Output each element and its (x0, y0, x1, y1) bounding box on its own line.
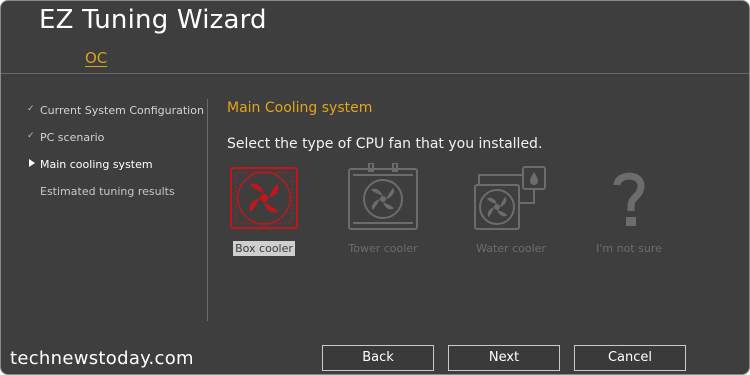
section-title: Main Cooling system (227, 100, 373, 116)
step-main-cooling-system[interactable]: Main cooling system (25, 157, 205, 184)
step-current-system-configuration[interactable]: ✓ Current System Configuration (25, 103, 205, 130)
option-label: Tower cooler (348, 242, 418, 255)
option-label: Box cooler (233, 241, 295, 256)
option-not-sure[interactable]: I'm not sure (569, 163, 689, 256)
option-label: Water cooler (476, 242, 546, 255)
option-tower-cooler[interactable]: Tower cooler (323, 162, 443, 256)
checkmark-icon: ✓ (27, 104, 35, 114)
wizard-steps: ✓ Current System Configuration ✓ PC scen… (25, 103, 205, 211)
wizard-window: EZ Tuning Wizard OC ✓ Current System Con… (0, 0, 750, 375)
option-box-cooler[interactable]: Box cooler (204, 163, 324, 256)
step-estimated-tuning-results[interactable]: Estimated tuning results (25, 184, 205, 211)
option-water-cooler[interactable]: Water cooler (451, 163, 571, 256)
tab-oc[interactable]: OC (85, 49, 107, 67)
water-cooler-icon (451, 163, 571, 235)
step-label: Main cooling system (40, 158, 153, 171)
step-pc-scenario[interactable]: ✓ PC scenario (25, 130, 205, 157)
next-button[interactable]: Next (448, 345, 560, 371)
back-button[interactable]: Back (322, 345, 434, 371)
question-mark-icon (569, 163, 689, 235)
step-label: PC scenario (40, 131, 105, 144)
current-step-arrow-icon (29, 159, 35, 167)
watermark-text: technewstoday.com (10, 348, 194, 369)
step-label: Current System Configuration (40, 104, 204, 117)
box-cooler-icon (204, 163, 324, 235)
checkmark-icon: ✓ (27, 131, 35, 141)
header-divider (1, 73, 749, 74)
window-title: EZ Tuning Wizard (39, 5, 267, 35)
option-label: I'm not sure (596, 242, 662, 255)
cancel-button[interactable]: Cancel (574, 345, 686, 371)
instruction-text: Select the type of CPU fan that you inst… (227, 136, 543, 152)
tower-cooler-icon (323, 162, 443, 235)
step-label: Estimated tuning results (40, 185, 175, 198)
